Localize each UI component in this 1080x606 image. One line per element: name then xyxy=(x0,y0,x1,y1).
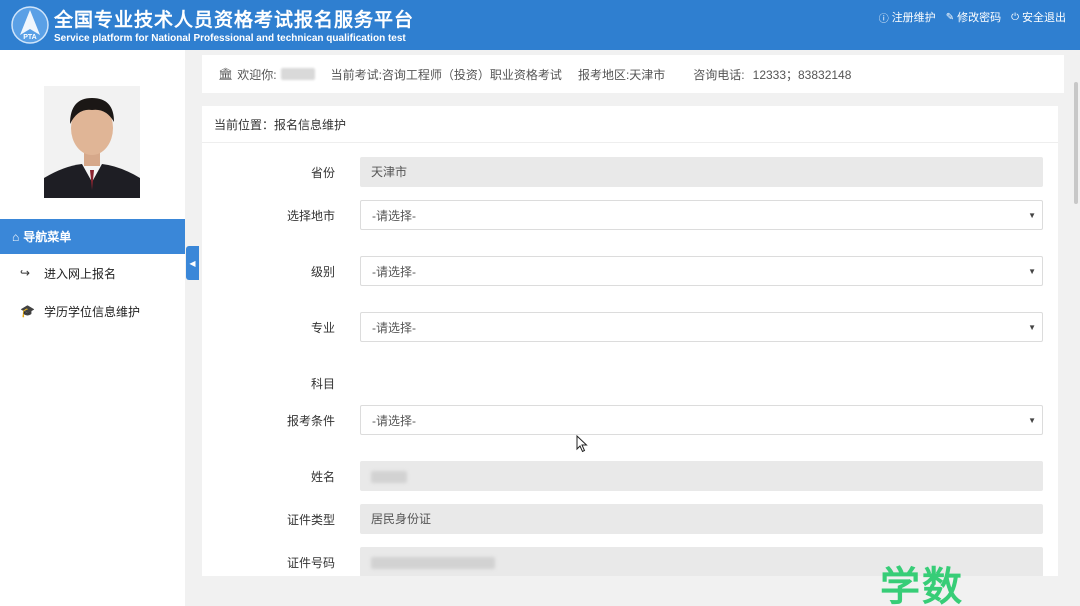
power-icon: ⏻ xyxy=(1011,11,1019,23)
info-icon: ⓘ xyxy=(878,13,889,25)
dropdown-caret-icon: ▼ xyxy=(1028,267,1036,276)
dropdown-caret-icon: ▼ xyxy=(1028,323,1036,332)
mouse-cursor-icon xyxy=(576,435,588,453)
graduation-cap-icon: 🎓 xyxy=(20,304,35,318)
register-maintain-label: 注册维护 xyxy=(891,12,936,24)
id-type-label: 证件类型 xyxy=(286,513,335,527)
level-select-value: -请选择- xyxy=(372,265,416,279)
exam-value: 咨询工程师（投资）职业资格考试 xyxy=(381,67,562,82)
subject-label: 科目 xyxy=(310,377,335,391)
phone-label: 咨询电话: xyxy=(693,67,745,82)
condition-label: 报考条件 xyxy=(286,414,335,428)
edit-icon: ✎ xyxy=(945,11,955,23)
platform-title: 全国专业技术人员资格考试报名服务平台 xyxy=(54,10,415,31)
sidebar: ⌂ 导航菜单 ↪ 进入网上报名 🎓 学历学位信息维护 xyxy=(0,50,185,606)
sidebar-item-label: 进入网上报名 xyxy=(44,266,117,281)
major-label: 专业 xyxy=(310,321,335,335)
dropdown-caret-icon: ▼ xyxy=(1028,416,1036,425)
condition-select[interactable]: -请选择- ▼ xyxy=(360,405,1043,435)
region-label: 报考地区: xyxy=(577,67,630,82)
province-label: 省份 xyxy=(310,166,335,180)
logout-label: 安全退出 xyxy=(1022,12,1066,24)
pta-logo: PTA xyxy=(11,6,49,44)
city-select-value: -请选择- xyxy=(372,209,416,223)
id-number-redacted xyxy=(371,556,495,569)
subject-row: 科目 xyxy=(202,368,1058,400)
condition-row: 报考条件 -请选择- ▼ xyxy=(202,405,1058,437)
sidebar-item-education-info[interactable]: 🎓 学历学位信息维护 xyxy=(0,294,185,328)
info-bar: 🏛 欢迎你: 当前考试: 咨询工程师（投资）职业资格考试 报考地区: 天津市 咨… xyxy=(202,55,1064,93)
welcome-segment: 🏛 欢迎你: xyxy=(218,66,315,83)
registration-panel: 当前位置：报名信息维护 省份 天津市 选择地市 -请选择- ▼ 级别 -请选择-… xyxy=(202,106,1058,576)
major-select[interactable]: -请选择- ▼ xyxy=(360,312,1043,342)
sidebar-item-online-registration[interactable]: ↪ 进入网上报名 xyxy=(0,256,185,290)
city-label: 选择地市 xyxy=(286,209,335,223)
breadcrumb: 当前位置：报名信息维护 xyxy=(202,106,1058,143)
id-type-field: 居民身份证 xyxy=(360,504,1043,534)
chevron-left-icon: ◀ xyxy=(189,258,196,268)
sidebar-item-label: 学历学位信息维护 xyxy=(44,304,141,319)
watermark: 学数 xyxy=(880,565,964,606)
name-row: 姓名 xyxy=(202,461,1058,493)
bank-icon: 🏛 xyxy=(218,67,234,81)
phone-value: 12333；83832148 xyxy=(752,67,852,82)
name-redacted xyxy=(371,470,407,483)
id-number-label: 证件号码 xyxy=(286,556,335,570)
name-field xyxy=(360,461,1043,491)
change-password-link[interactable]: ✎ 修改密码 xyxy=(946,9,1001,25)
city-select[interactable]: -请选择- ▼ xyxy=(360,200,1043,230)
top-header: PTA 全国专业技术人员资格考试报名服务平台 Service platform … xyxy=(0,0,1080,50)
nav-menu-header-label: 导航菜单 xyxy=(23,230,72,244)
phone-segment: 咨询电话: 12333；83832148 xyxy=(693,66,851,83)
id-type-row: 证件类型 居民身份证 xyxy=(202,504,1058,536)
sidebar-collapse-toggle[interactable]: ◀ xyxy=(186,246,199,280)
share-arrow-icon: ↪ xyxy=(20,266,31,280)
name-label: 姓名 xyxy=(310,470,335,484)
platform-subtitle: Service platform for National Profession… xyxy=(54,33,406,44)
level-row: 级别 -请选择- ▼ xyxy=(202,256,1058,288)
region-value: 天津市 xyxy=(629,67,666,82)
city-row: 选择地市 -请选择- ▼ xyxy=(202,200,1058,232)
major-select-value: -请选择- xyxy=(372,321,416,335)
exam-label: 当前考试: xyxy=(330,67,382,82)
register-maintain-link[interactable]: ⓘ 注册维护 xyxy=(879,9,936,25)
username-redacted xyxy=(280,68,315,80)
level-select[interactable]: -请选择- ▼ xyxy=(360,256,1043,286)
level-label: 级别 xyxy=(310,265,335,279)
logout-link[interactable]: ⏻ 安全退出 xyxy=(1011,9,1066,25)
page-scrollbar[interactable] xyxy=(1074,82,1078,204)
home-icon: ⌂ xyxy=(12,229,20,244)
region-segment: 报考地区: 天津市 xyxy=(578,66,665,83)
exam-segment: 当前考试: 咨询工程师（投资）职业资格考试 xyxy=(331,66,562,83)
nav-menu-header[interactable]: ⌂ 导航菜单 xyxy=(0,219,185,254)
condition-select-value: -请选择- xyxy=(372,414,416,428)
change-password-label: 修改密码 xyxy=(957,12,1002,24)
header-links: ⓘ 注册维护 ✎ 修改密码 ⏻ 安全退出 xyxy=(879,9,1066,25)
svg-text:PTA: PTA xyxy=(23,34,36,41)
dropdown-caret-icon: ▼ xyxy=(1028,211,1036,220)
province-field: 天津市 xyxy=(360,157,1043,187)
user-photo xyxy=(44,86,140,198)
major-row: 专业 -请选择- ▼ xyxy=(202,312,1058,344)
province-row: 省份 天津市 xyxy=(202,157,1058,189)
welcome-label: 欢迎你: xyxy=(237,67,277,82)
